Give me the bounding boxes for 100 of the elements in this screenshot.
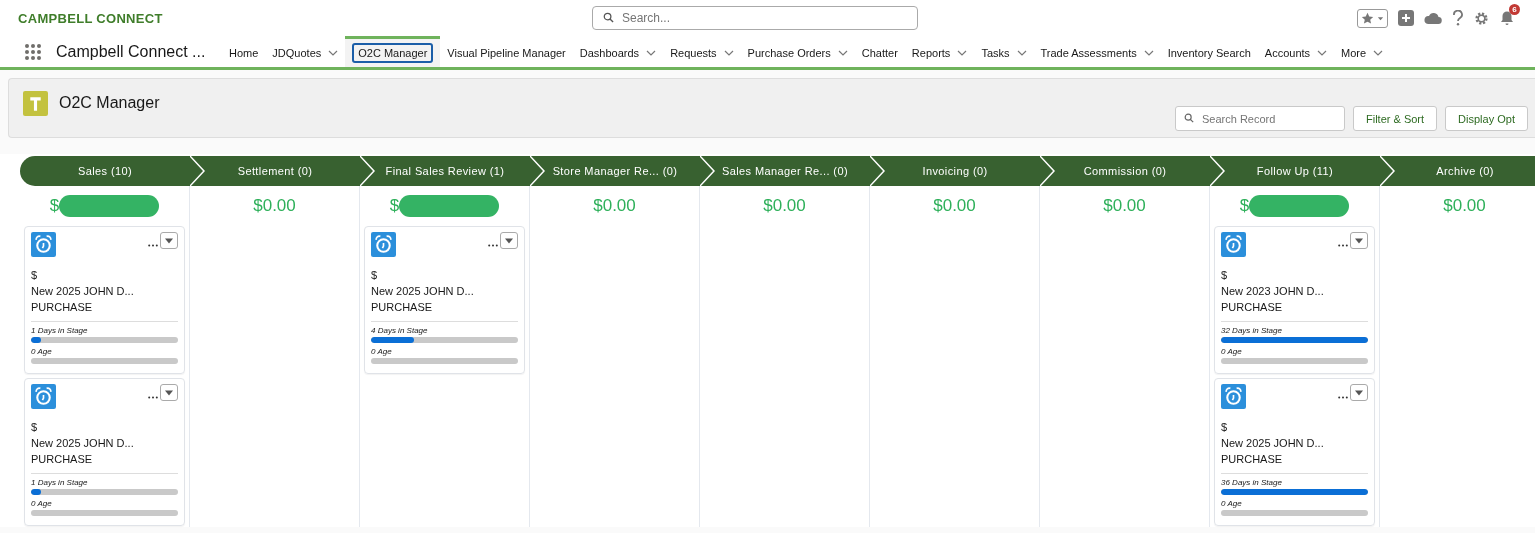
nav-tab[interactable]: JDQuotes — [265, 36, 346, 67]
card-type: PURCHASE — [1221, 301, 1284, 313]
stage-tab[interactable]: Sales Manager Re... (0) — [700, 156, 870, 186]
dropdown-button[interactable] — [160, 232, 178, 249]
stage-tab[interactable]: Sales (10) — [20, 156, 190, 186]
caret-icon — [1377, 14, 1384, 22]
more-icon[interactable] — [148, 396, 158, 399]
dropdown-button[interactable] — [500, 232, 518, 249]
stage-total: $0.00 — [1103, 196, 1146, 216]
record-card[interactable]: $ New 2025 JOHN D... PURCHASE 4 Days in Stage 0 Age — [364, 226, 525, 374]
nav-tab[interactable]: Dashboards — [572, 36, 664, 67]
dropdown-button[interactable] — [160, 384, 178, 401]
alarm-clock-icon — [31, 232, 56, 257]
meter-label: 0 Age — [371, 347, 393, 356]
dropdown-button[interactable] — [1350, 232, 1368, 249]
caret-icon — [1354, 237, 1364, 244]
header-button[interactable]: Filter & Sort — [1353, 106, 1438, 131]
help-icon[interactable] — [1452, 10, 1464, 26]
caret-icon — [164, 237, 174, 244]
record-card[interactable]: $ New 2025 JOHN D... PURCHASE 36 Days in Stage 0 Age — [1214, 378, 1375, 526]
card-title: New 2023 JOHN D... — [1221, 285, 1325, 297]
stage-total: $ — [1239, 196, 1250, 216]
chevron-icon[interactable] — [723, 50, 734, 56]
record-card[interactable]: $ New 2023 JOHN D... PURCHASE 32 Days in Stage 0 Age — [1214, 226, 1375, 374]
card-title: New 2025 JOHN D... — [31, 437, 135, 449]
stage-tab[interactable]: Archive (0) — [1380, 156, 1535, 186]
alarm-clock-icon — [371, 232, 396, 257]
caret-icon — [504, 237, 514, 244]
caret-icon — [1354, 389, 1364, 396]
stage-tab[interactable]: Follow Up (11) — [1210, 156, 1380, 186]
card-title: New 2025 JOHN D... — [371, 285, 475, 297]
stage-total: $0.00 — [763, 196, 806, 216]
card-amount: $ — [371, 269, 379, 281]
record-card[interactable]: $ New 2025 JOHN D... PURCHASE 1 Days in Stage 0 Age — [24, 226, 185, 374]
app-launcher-icon[interactable] — [24, 42, 42, 61]
stage-total: $ — [389, 196, 400, 216]
nav-tab[interactable]: Trade Assessments — [1033, 36, 1161, 67]
record-card[interactable]: $ New 2025 JOHN D... PURCHASE 1 Days in Stage 0 Age — [24, 378, 185, 526]
chevron-icon[interactable] — [957, 50, 968, 56]
stage-total: $0.00 — [1443, 196, 1486, 216]
meter-label: 0 Age — [31, 499, 53, 508]
search-icon — [603, 12, 614, 23]
chevron-icon[interactable] — [1317, 50, 1328, 56]
caret-icon — [164, 389, 174, 396]
meter-label: 0 Age — [31, 347, 53, 356]
nav-tab[interactable]: More — [1334, 36, 1391, 67]
notification-count: 6 — [1509, 4, 1520, 15]
meter-label: 4 Days in Stage — [371, 326, 429, 335]
logo[interactable]: CAMPBELL CONNECT — [18, 10, 592, 26]
nav-tab[interactable]: Reports — [904, 36, 975, 67]
more-icon[interactable] — [488, 244, 498, 247]
chevron-icon[interactable] — [328, 50, 339, 56]
dropdown-button[interactable] — [1350, 384, 1368, 401]
stage-tab[interactable]: Settlement (0) — [190, 156, 360, 186]
nav-tab[interactable]: Inventory Search — [1160, 36, 1258, 67]
nav-tab[interactable]: O2C Manager — [345, 36, 441, 67]
search-record-field[interactable]: Search Record — [1175, 106, 1345, 131]
chevron-icon[interactable] — [1143, 50, 1154, 56]
meter-label: 32 Days in Stage — [1221, 326, 1283, 335]
nav-tab[interactable]: Visual Pipeline Manager — [440, 36, 573, 67]
nav-tab[interactable]: Requests — [663, 36, 741, 67]
meter-label: 1 Days in Stage — [31, 478, 89, 487]
app-name: Campbell Connect ... — [56, 42, 207, 61]
notifications-icon[interactable] — [1499, 10, 1515, 26]
nav-tab[interactable]: Chatter — [854, 36, 905, 67]
header-button[interactable]: Display Opt — [1445, 106, 1528, 131]
nav-tab[interactable]: Accounts — [1257, 36, 1335, 67]
meter-label: 1 Days in Stage — [31, 326, 89, 335]
cloud-icon[interactable] — [1424, 11, 1442, 25]
card-title: New 2025 JOHN D... — [1221, 437, 1325, 449]
meter-label: 36 Days in Stage — [1221, 478, 1283, 487]
stage-total: $ — [49, 196, 60, 216]
chevron-icon[interactable] — [837, 50, 848, 56]
nav-tab[interactable]: Home — [222, 36, 266, 67]
stage-tab[interactable]: Invoicing (0) — [870, 156, 1040, 186]
favorites-button[interactable] — [1357, 8, 1388, 28]
add-icon[interactable] — [1398, 10, 1414, 26]
chevron-icon[interactable] — [646, 50, 657, 56]
search-field[interactable]: Search... — [592, 6, 918, 30]
more-icon[interactable] — [1338, 396, 1348, 399]
chevron-icon[interactable] — [1016, 50, 1027, 56]
nav-tab[interactable]: Tasks — [974, 36, 1034, 67]
card-type: PURCHASE — [31, 453, 94, 465]
alarm-clock-icon — [31, 384, 56, 409]
more-icon[interactable] — [148, 244, 158, 247]
page-title: O2C Manager — [59, 94, 160, 112]
card-type: PURCHASE — [371, 301, 434, 313]
chevron-icon[interactable] — [1373, 50, 1384, 56]
settings-icon[interactable] — [1474, 10, 1489, 26]
meter-label: 0 Age — [1221, 347, 1243, 356]
card-title: New 2025 JOHN D... — [31, 285, 135, 297]
nav-tab[interactable]: Purchase Orders — [740, 36, 855, 67]
card-type: PURCHASE — [1221, 453, 1284, 465]
meter-label: 0 Age — [1221, 499, 1243, 508]
stage-tab[interactable]: Store Manager Re... (0) — [530, 156, 700, 186]
stage-total: $0.00 — [933, 196, 976, 216]
more-icon[interactable] — [1338, 244, 1348, 247]
stage-tab[interactable]: Final Sales Review (1) — [360, 156, 530, 186]
stage-tab[interactable]: Commission (0) — [1040, 156, 1210, 186]
card-amount: $ — [31, 421, 39, 433]
